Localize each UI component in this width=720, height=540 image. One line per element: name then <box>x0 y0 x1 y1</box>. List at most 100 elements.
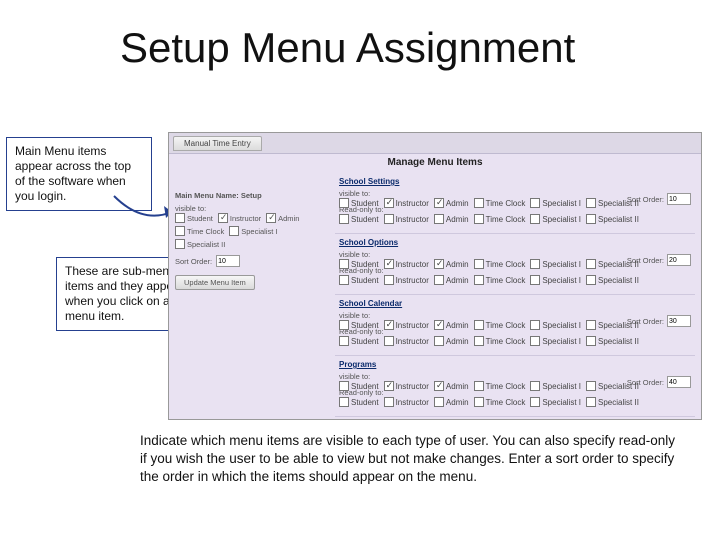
checkbox-icon[interactable] <box>530 336 540 346</box>
checkbox-icon[interactable] <box>266 213 276 223</box>
submenu-name-link[interactable]: School Settings <box>339 177 399 186</box>
role-label: Instructor <box>396 382 429 391</box>
role-label: Admin <box>446 199 469 208</box>
checkbox-icon[interactable] <box>586 198 596 208</box>
checkbox-icon[interactable] <box>339 198 349 208</box>
checkbox-icon[interactable] <box>434 320 444 330</box>
checkbox-icon[interactable] <box>384 198 394 208</box>
checkbox-icon[interactable] <box>384 214 394 224</box>
checkbox-icon[interactable] <box>530 259 540 269</box>
role-label: Specialist I <box>542 398 581 407</box>
sort-order-input[interactable] <box>667 376 691 388</box>
sort-order-label: Sort Order: <box>175 257 212 266</box>
role-label: Instructor <box>396 215 429 224</box>
submenu-name-link[interactable]: School Options <box>339 238 398 247</box>
vis-role: Admin <box>434 320 469 330</box>
sort-order-input[interactable] <box>667 315 691 327</box>
checkbox-icon[interactable] <box>384 320 394 330</box>
checkbox-icon[interactable] <box>530 275 540 285</box>
checkbox-icon[interactable] <box>474 336 484 346</box>
sort-order-label: Sort Order: <box>627 256 664 265</box>
checkbox-icon[interactable] <box>175 213 185 223</box>
vis-role: Specialist I <box>530 198 581 208</box>
ro-role: Student <box>339 275 379 285</box>
checkbox-icon[interactable] <box>434 381 444 391</box>
role-label: Student <box>351 337 379 346</box>
checkbox-icon[interactable] <box>339 381 349 391</box>
checkbox-icon[interactable] <box>586 381 596 391</box>
checkbox-icon[interactable] <box>339 259 349 269</box>
ro-role: Admin <box>434 275 469 285</box>
checkbox-icon[interactable] <box>384 275 394 285</box>
checkbox-icon[interactable] <box>434 259 444 269</box>
checkbox-icon[interactable] <box>474 214 484 224</box>
role-label: Specialist II <box>598 398 639 407</box>
role-label: Instructor <box>396 337 429 346</box>
body-text: Indicate which menu items are visible to… <box>140 432 680 487</box>
main-role: Instructor <box>218 213 261 223</box>
checkbox-icon[interactable] <box>175 226 185 236</box>
checkbox-icon[interactable] <box>586 275 596 285</box>
tab-manual-time-entry[interactable]: Manual Time Entry <box>173 136 262 151</box>
role-label: Student <box>351 398 379 407</box>
checkbox-icon[interactable] <box>229 226 239 236</box>
role-label: Specialist I <box>542 276 581 285</box>
checkbox-icon[interactable] <box>474 397 484 407</box>
checkbox-icon[interactable] <box>586 336 596 346</box>
checkbox-icon[interactable] <box>218 213 228 223</box>
ro-role: Time Clock <box>474 214 526 224</box>
submenu-name-link[interactable]: School Calendar <box>339 299 402 308</box>
checkbox-icon[interactable] <box>530 397 540 407</box>
role-label: Admin <box>446 398 469 407</box>
ro-role: Instructor <box>384 275 429 285</box>
checkbox-icon[interactable] <box>434 275 444 285</box>
checkbox-icon[interactable] <box>434 214 444 224</box>
sort-order-input[interactable] <box>667 254 691 266</box>
role-label: Specialist II <box>598 215 639 224</box>
checkbox-icon[interactable] <box>434 336 444 346</box>
checkbox-icon[interactable] <box>530 320 540 330</box>
checkbox-icon[interactable] <box>339 214 349 224</box>
submenu-list[interactable]: School Settingsvisible to:StudentInstruc… <box>335 173 695 419</box>
ro-role: Time Clock <box>474 336 526 346</box>
ro-role: Specialist II <box>586 275 639 285</box>
ro-role: Specialist I <box>530 214 581 224</box>
checkbox-icon[interactable] <box>384 336 394 346</box>
checkbox-icon[interactable] <box>339 397 349 407</box>
checkbox-icon[interactable] <box>474 320 484 330</box>
ro-role: Student <box>339 397 379 407</box>
main-role: Time Clock <box>175 226 224 236</box>
checkbox-icon[interactable] <box>434 198 444 208</box>
checkbox-icon[interactable] <box>384 259 394 269</box>
checkbox-icon[interactable] <box>474 198 484 208</box>
checkbox-icon[interactable] <box>339 336 349 346</box>
sort-order-input[interactable] <box>667 193 691 205</box>
checkbox-icon[interactable] <box>474 381 484 391</box>
checkbox-icon[interactable] <box>434 397 444 407</box>
update-menu-item-button[interactable]: Update Menu Item <box>175 275 255 290</box>
checkbox-icon[interactable] <box>530 198 540 208</box>
sort-order-input[interactable] <box>216 255 240 267</box>
vis-role: Admin <box>434 198 469 208</box>
submenu-item: School Calendarvisible to:StudentInstruc… <box>335 295 695 356</box>
checkbox-icon[interactable] <box>586 397 596 407</box>
role-label: Specialist I <box>542 382 581 391</box>
vis-role: Instructor <box>384 320 429 330</box>
checkbox-icon[interactable] <box>586 214 596 224</box>
checkbox-icon[interactable] <box>586 259 596 269</box>
checkbox-icon[interactable] <box>474 259 484 269</box>
checkbox-icon[interactable] <box>384 381 394 391</box>
checkbox-icon[interactable] <box>474 275 484 285</box>
checkbox-icon[interactable] <box>530 381 540 391</box>
checkbox-icon[interactable] <box>530 214 540 224</box>
checkbox-icon[interactable] <box>384 397 394 407</box>
checkbox-icon[interactable] <box>339 320 349 330</box>
vis-role: Instructor <box>384 198 429 208</box>
role-label: Specialist I <box>542 199 581 208</box>
submenu-name-link[interactable]: Programs <box>339 360 376 369</box>
role-label: Instructor <box>396 321 429 330</box>
checkbox-icon[interactable] <box>586 320 596 330</box>
checkbox-icon[interactable] <box>175 239 185 249</box>
role-label: Specialist I <box>542 215 581 224</box>
checkbox-icon[interactable] <box>339 275 349 285</box>
